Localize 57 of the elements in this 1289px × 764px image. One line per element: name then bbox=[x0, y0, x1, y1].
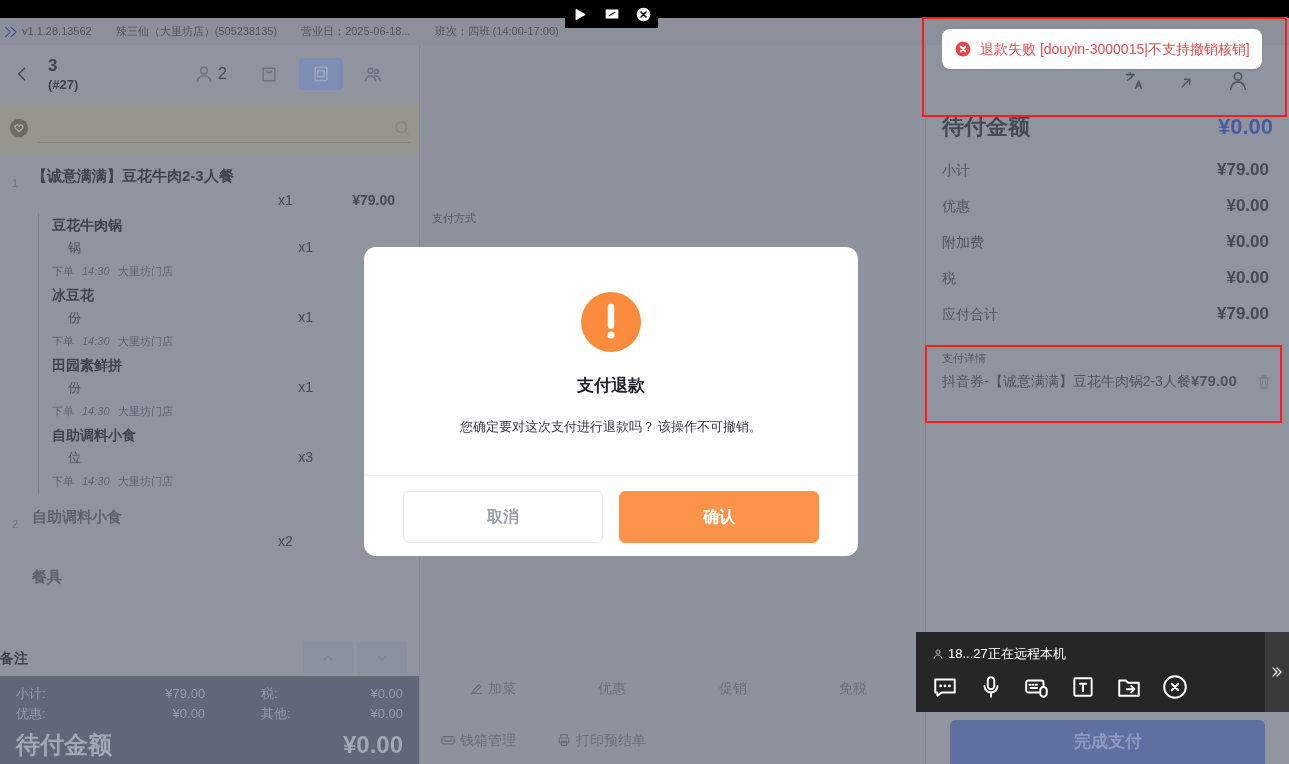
sub-item-name: 田园素鲜拼 bbox=[52, 355, 123, 375]
payment-amount: ¥79.00 bbox=[1190, 371, 1237, 392]
table-number: 3 bbox=[48, 55, 59, 77]
sub-item-unit: 份 bbox=[68, 308, 81, 327]
expand-button[interactable] bbox=[1265, 632, 1289, 712]
user-outline-icon bbox=[1227, 70, 1249, 92]
total-label: 小计 bbox=[942, 160, 970, 180]
item-quantity: x2 bbox=[278, 531, 294, 551]
total-value: ¥0.00 bbox=[1226, 231, 1269, 254]
total-label: 优惠 bbox=[942, 196, 970, 216]
close-icon[interactable] bbox=[1162, 673, 1188, 700]
amount-due-value: ¥0.00 bbox=[342, 730, 403, 760]
amount-due-value: ¥0.00 bbox=[1217, 112, 1273, 141]
total-value: ¥0.00 bbox=[1226, 195, 1269, 218]
bag-icon bbox=[259, 64, 279, 84]
warning-icon bbox=[581, 292, 641, 352]
dialog-title: 支付退款 bbox=[577, 375, 645, 397]
translate-icon bbox=[1123, 70, 1145, 92]
item-name: 【诚意满满】豆花牛肉2-3人餐 bbox=[32, 166, 235, 186]
cancel-button[interactable]: 取消 bbox=[403, 491, 603, 543]
user-icon bbox=[932, 647, 944, 660]
total-value: ¥79.00 bbox=[1217, 159, 1269, 182]
total-value: ¥0.00 bbox=[1226, 267, 1269, 290]
amount-due-label: 待付金额 bbox=[16, 730, 112, 760]
amount-due-label: 待付金额 bbox=[942, 112, 1030, 141]
sub-item-quantity: x1 bbox=[298, 238, 313, 257]
item-price: ¥79.00 bbox=[352, 191, 395, 210]
sub-item-name: 豆花牛肉锅 bbox=[52, 215, 123, 235]
total-label: 应付合计 bbox=[942, 304, 998, 324]
remote-status: 18...27正在远程本机 bbox=[948, 645, 1066, 663]
printer-icon bbox=[556, 732, 572, 748]
toast-message: 退款失败 [douyin-3000015|不支持撤销核销] bbox=[980, 39, 1250, 59]
payment-text: 抖音券-【诚意满满】豆花牛肉锅2-3人餐 bbox=[942, 372, 1191, 391]
sub-item-unit: 位 bbox=[68, 448, 81, 467]
close-icon[interactable] bbox=[635, 6, 651, 22]
sub-item-name: 冰豆花 bbox=[52, 285, 95, 305]
version-text: v1.1.28.13562 bbox=[22, 24, 92, 40]
total-label: 税 bbox=[942, 268, 956, 288]
sub-item-name: 自助调料小食 bbox=[52, 425, 137, 445]
sub-item-quantity: x1 bbox=[298, 378, 313, 397]
sub-item-unit: 份 bbox=[68, 378, 81, 397]
remark-label: 备注 bbox=[0, 648, 28, 668]
total-label: 附加费 bbox=[942, 232, 984, 252]
order-tab[interactable]: 2 bbox=[182, 58, 239, 90]
logo-icon bbox=[4, 24, 18, 39]
sub-item-quantity: x3 bbox=[298, 448, 313, 467]
confirm-button[interactable]: 确认 bbox=[619, 491, 819, 543]
order-number: (#27) bbox=[48, 76, 79, 93]
people-icon bbox=[363, 64, 383, 84]
dialog-message: 您确定要对这次支付进行退款吗？ 该操作不可撤销。 bbox=[459, 417, 763, 436]
total-value: ¥79.00 bbox=[1217, 303, 1269, 326]
error-icon bbox=[954, 40, 972, 58]
sub-item-unit: 锅 bbox=[68, 238, 81, 257]
item-quantity: x1 bbox=[278, 191, 294, 210]
sub-item-quantity: x1 bbox=[298, 308, 313, 327]
heart-badge-icon bbox=[8, 117, 30, 139]
receipt-icon bbox=[311, 64, 331, 84]
